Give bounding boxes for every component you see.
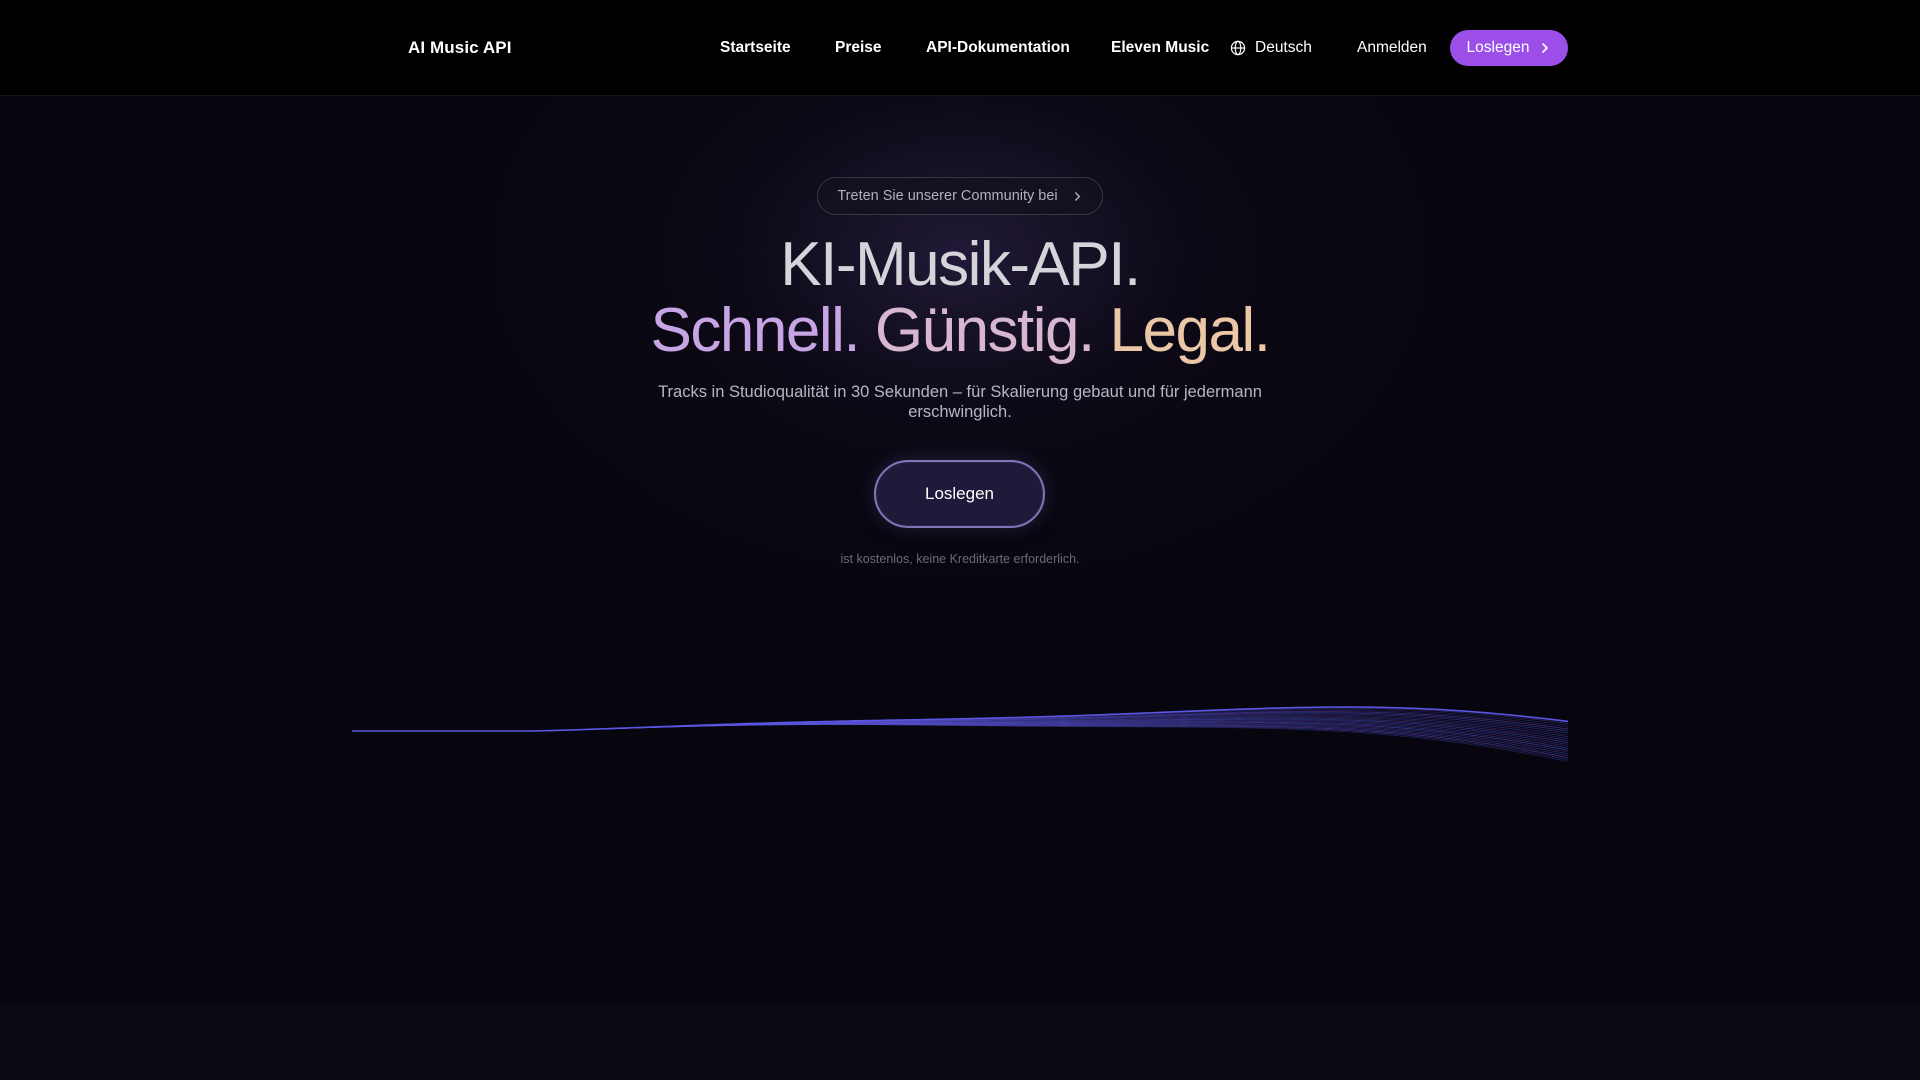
free-note: ist kostenlos, keine Kreditkarte erforde… [760, 552, 1160, 566]
headline-legal: Legal. [1110, 296, 1270, 365]
login-link[interactable]: Anmelden [1357, 30, 1427, 66]
headline-line-1: KI-Musik-API. [460, 232, 1460, 298]
chevron-right-icon [1539, 42, 1551, 54]
wave-line [352, 723, 1568, 752]
brand-logo-link[interactable]: AI Music API [358, 30, 512, 66]
language-selector[interactable]: Deutsch [1230, 30, 1312, 66]
hero-get-started-button[interactable]: Loslegen [874, 460, 1045, 528]
wave-decoration [352, 670, 1568, 770]
brand-name: AI Music API [408, 38, 512, 58]
header-get-started-button[interactable]: Loslegen [1450, 30, 1568, 66]
nav-link-preise[interactable]: Preise [835, 30, 882, 66]
community-label: Treten Sie unserer Community bei [837, 188, 1057, 204]
headline-fast: Schnell. [651, 296, 860, 365]
nav-link-eleven-music[interactable]: Eleven Music [1111, 30, 1209, 66]
next-section-band [0, 1004, 1920, 1080]
waveform-logo-icon [358, 31, 392, 65]
headline-line-2: Schnell. Günstig. Legal. [460, 298, 1460, 364]
main-nav: Startseite Preise API-Dokumentation Elev… [0, 30, 1920, 66]
chevron-right-icon [1072, 191, 1083, 202]
language-label: Deutsch [1255, 39, 1312, 57]
site-header: AI Music API Startseite Preise API-Dokum… [0, 0, 1920, 96]
nav-link-api-docs[interactable]: API-Dokumentation [926, 30, 1070, 66]
wave-line [352, 724, 1568, 756]
hero-headline: KI-Musik-API. Schnell. Günstig. Legal. [460, 232, 1460, 364]
hero-subline: Tracks in Studioqualität in 30 Sekunden … [640, 382, 1280, 422]
wave-line [352, 723, 1568, 750]
landing-page: AI Music API Startseite Preise API-Dokum… [0, 0, 1920, 1080]
globe-icon [1230, 40, 1246, 56]
headline-cheap: Günstig. [875, 296, 1094, 365]
header-cta-label: Loslegen [1467, 39, 1530, 57]
community-pill[interactable]: Treten Sie unserer Community bei [817, 177, 1103, 215]
nav-link-startseite[interactable]: Startseite [720, 30, 791, 66]
